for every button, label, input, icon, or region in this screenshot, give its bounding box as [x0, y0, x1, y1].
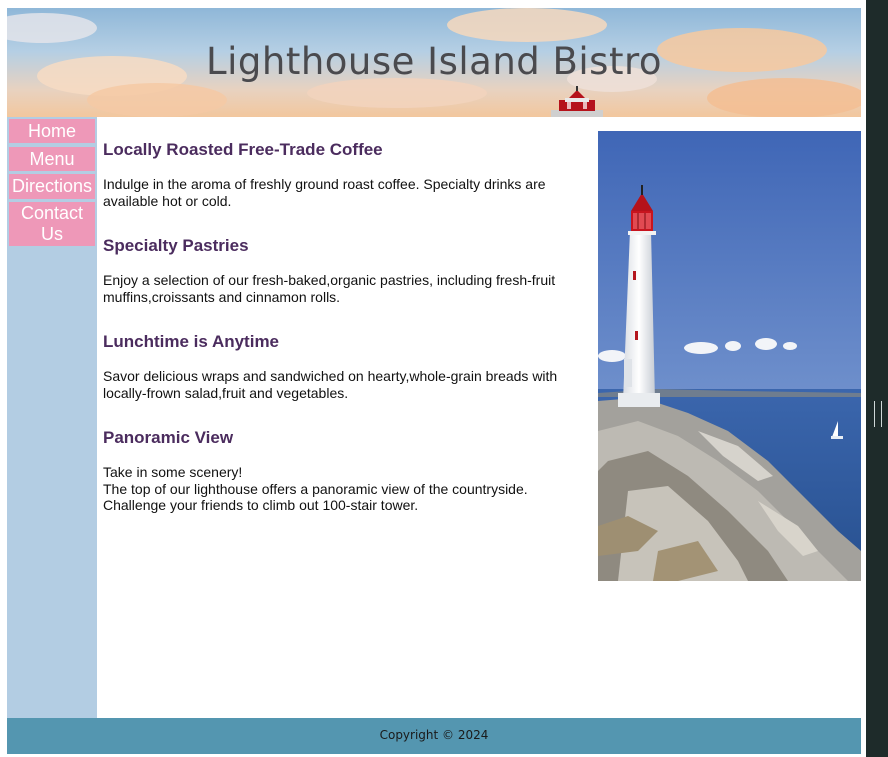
section-heading: Lunchtime is Anytime [103, 332, 280, 351]
page: Lighthouse Island Bistro Home Menu Direc… [0, 0, 866, 757]
footer: Copyright © 2024 [7, 718, 861, 754]
lighthouse-photo [598, 131, 861, 581]
section-heading: Specialty Pastries [103, 236, 249, 255]
cloud [87, 83, 227, 117]
text-line: Challenge your friends to climb out 100-… [103, 497, 419, 513]
nav-item-contact-us[interactable]: Contact Us [9, 202, 95, 246]
nav-item-directions[interactable]: Directions [9, 174, 95, 199]
section-text: Enjoy a selection of our fresh-baked,org… [103, 272, 556, 305]
section-heading: Panoramic View [103, 428, 234, 447]
cloud [447, 8, 607, 42]
site-title: Lighthouse Island Bistro [206, 40, 662, 83]
text-line: The top of our lighthouse offers a panor… [103, 480, 528, 497]
section-heading: Locally Roasted Free-Trade Coffee [103, 140, 383, 159]
sidebar-nav: Home Menu Directions Contact Us [7, 117, 97, 718]
nav-item-home[interactable]: Home [9, 119, 95, 143]
resize-grip-icon[interactable] [874, 401, 882, 427]
section-text: Take in some scenery! The top of our lig… [103, 464, 583, 514]
cloud [707, 78, 861, 117]
header-banner: Lighthouse Island Bistro [7, 8, 861, 117]
lighthouse-beacon-icon [551, 86, 603, 117]
cloud [7, 13, 97, 43]
copyright-text: Copyright © 2024 [379, 728, 489, 742]
nav-item-label: Contact Us [20, 203, 84, 244]
nav-item-menu[interactable]: Menu [9, 147, 95, 171]
text-line: Take in some scenery! [103, 464, 243, 480]
window-frame [866, 0, 888, 757]
section-text: Savor delicious wraps and sandwiched on … [103, 368, 558, 401]
section-text: Indulge in the aroma of freshly ground r… [103, 176, 546, 209]
